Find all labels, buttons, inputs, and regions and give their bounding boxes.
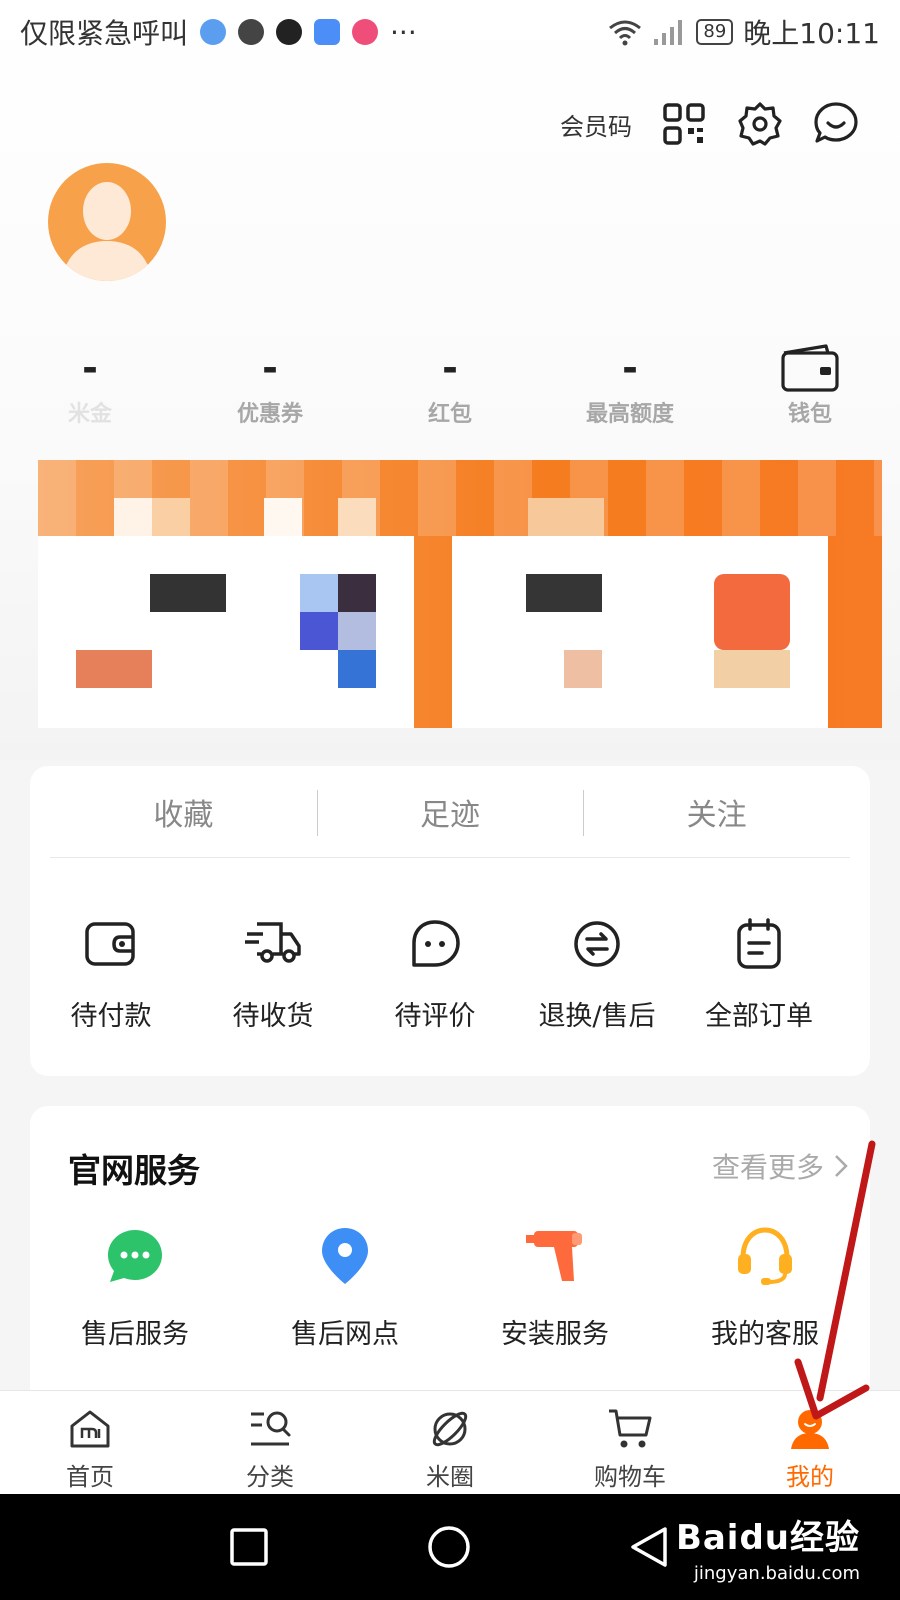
delivery-truck-icon [243, 914, 303, 974]
status-time: 晚上10:11 [743, 17, 880, 50]
banner-pixel [714, 650, 790, 688]
order-all[interactable]: 全部订单 [678, 914, 840, 1033]
order-list-icon [729, 914, 789, 974]
qr-code-icon[interactable] [660, 100, 708, 148]
banner-pixel [150, 574, 226, 612]
banner-pixel [300, 612, 338, 650]
header-actions: 会员码 [560, 100, 860, 148]
baidu-watermark: Baidu经验 jingyan.baidu.com [675, 1518, 860, 1584]
avatar[interactable] [48, 163, 166, 281]
location-pin-icon [313, 1224, 377, 1288]
member-code-label[interactable]: 会员码 [560, 107, 632, 142]
more-notifications: ··· [390, 15, 417, 49]
banner-pixel [300, 574, 338, 612]
message-icon[interactable] [812, 100, 860, 148]
banner-pixel [338, 650, 376, 688]
banner-pixel [338, 498, 376, 536]
signal-icon [654, 20, 683, 45]
stat-wallet[interactable]: 钱包 [730, 340, 890, 428]
order-pending-payment[interactable]: 待付款 [30, 914, 192, 1033]
circle-icon [428, 1526, 470, 1568]
annotation-arrow [794, 1140, 876, 1420]
banner-pixel [526, 574, 602, 612]
system-navigation-bar: Baidu经验 jingyan.baidu.com [0, 1494, 900, 1600]
order-pending-delivery[interactable]: 待收货 [192, 914, 354, 1033]
account-stats: - 米金 - 优惠券 - 红包 - 最高额度 钱包 [0, 340, 900, 440]
order-shortcuts: 待付款 待收货 待评价 退换/售后 全部订单 [30, 914, 870, 1033]
battery-indicator: 89 [696, 19, 734, 45]
services-title: 官网服务 [68, 1151, 200, 1190]
stat-credit-limit[interactable]: - 最高额度 [550, 340, 710, 428]
carrier-text: 仅限紧急呼叫 [20, 17, 189, 50]
banner-pixel [338, 612, 376, 650]
tab-following[interactable]: 关注 [583, 766, 850, 857]
home-button[interactable] [424, 1522, 474, 1572]
service-installation[interactable]: 安装服务 [450, 1224, 660, 1351]
wifi-icon [609, 20, 642, 46]
banner-pixel [714, 574, 790, 650]
nav-home[interactable]: 首页 [0, 1391, 180, 1494]
service-after-sales[interactable]: 售后服务 [30, 1224, 240, 1351]
wallet-icon [730, 340, 890, 396]
orders-card: 收藏 足迹 关注 待付款 待收货 待评价 退换/售后 全部订单 [30, 766, 870, 1076]
exchange-icon [567, 914, 627, 974]
category-search-icon [246, 1405, 294, 1453]
square-icon [230, 1528, 268, 1566]
comment-icon [405, 914, 465, 974]
banner-pixel [264, 498, 302, 536]
promo-banner[interactable] [38, 460, 882, 728]
bulb-notification-icon [314, 19, 341, 45]
nav-cart[interactable]: 购物车 [540, 1391, 720, 1494]
wallet-icon [81, 914, 141, 974]
recent-apps-button[interactable] [224, 1522, 274, 1572]
stat-mijin[interactable]: - 米金 [10, 340, 170, 428]
services-card: 官网服务 查看更多 售后服务 售后网点 安装服务 我的客服 [30, 1106, 870, 1406]
tab-history[interactable]: 足迹 [316, 766, 584, 857]
banner-pixel [114, 498, 152, 536]
stat-red-packets[interactable]: - 红包 [370, 340, 530, 428]
drill-icon [523, 1224, 587, 1288]
chat-bubble-icon [103, 1224, 167, 1288]
bottom-navigation: 首页 分类 米圈 购物车 我的 [0, 1390, 900, 1494]
banner-pixel [152, 498, 190, 536]
nav-community[interactable]: 米圈 [360, 1391, 540, 1494]
quick-tabs: 收藏 足迹 关注 [50, 766, 850, 858]
wechat-notification-icon [238, 19, 265, 45]
banner-pixel [528, 498, 604, 536]
flower-notification-icon [352, 19, 379, 45]
banner-pixel [564, 650, 602, 688]
browser-notification-icon [200, 19, 227, 45]
status-bar: 仅限紧急呼叫 ··· 89 晚上10:11 [0, 0, 900, 64]
nav-category[interactable]: 分类 [180, 1391, 360, 1494]
tab-favorites[interactable]: 收藏 [50, 766, 317, 857]
banner-pixel [338, 574, 376, 612]
services-list: 售后服务 售后网点 安装服务 我的客服 [30, 1224, 870, 1351]
service-repair-locations[interactable]: 售后网点 [240, 1224, 450, 1351]
order-pending-review[interactable]: 待评价 [354, 914, 516, 1033]
back-button[interactable] [624, 1522, 674, 1572]
banner-pixel [76, 650, 152, 688]
triangle-back-icon [631, 1527, 667, 1567]
cart-icon [606, 1405, 654, 1453]
banner-card-right[interactable] [452, 536, 828, 728]
stat-coupons[interactable]: - 优惠券 [190, 340, 350, 428]
default-avatar-icon [62, 182, 152, 281]
app-notification-icon [276, 19, 303, 45]
planet-icon [426, 1405, 474, 1453]
banner-card-left[interactable] [38, 536, 414, 728]
home-icon [66, 1405, 114, 1453]
order-returns[interactable]: 退换/售后 [516, 914, 678, 1033]
settings-gear-icon[interactable] [736, 100, 784, 148]
